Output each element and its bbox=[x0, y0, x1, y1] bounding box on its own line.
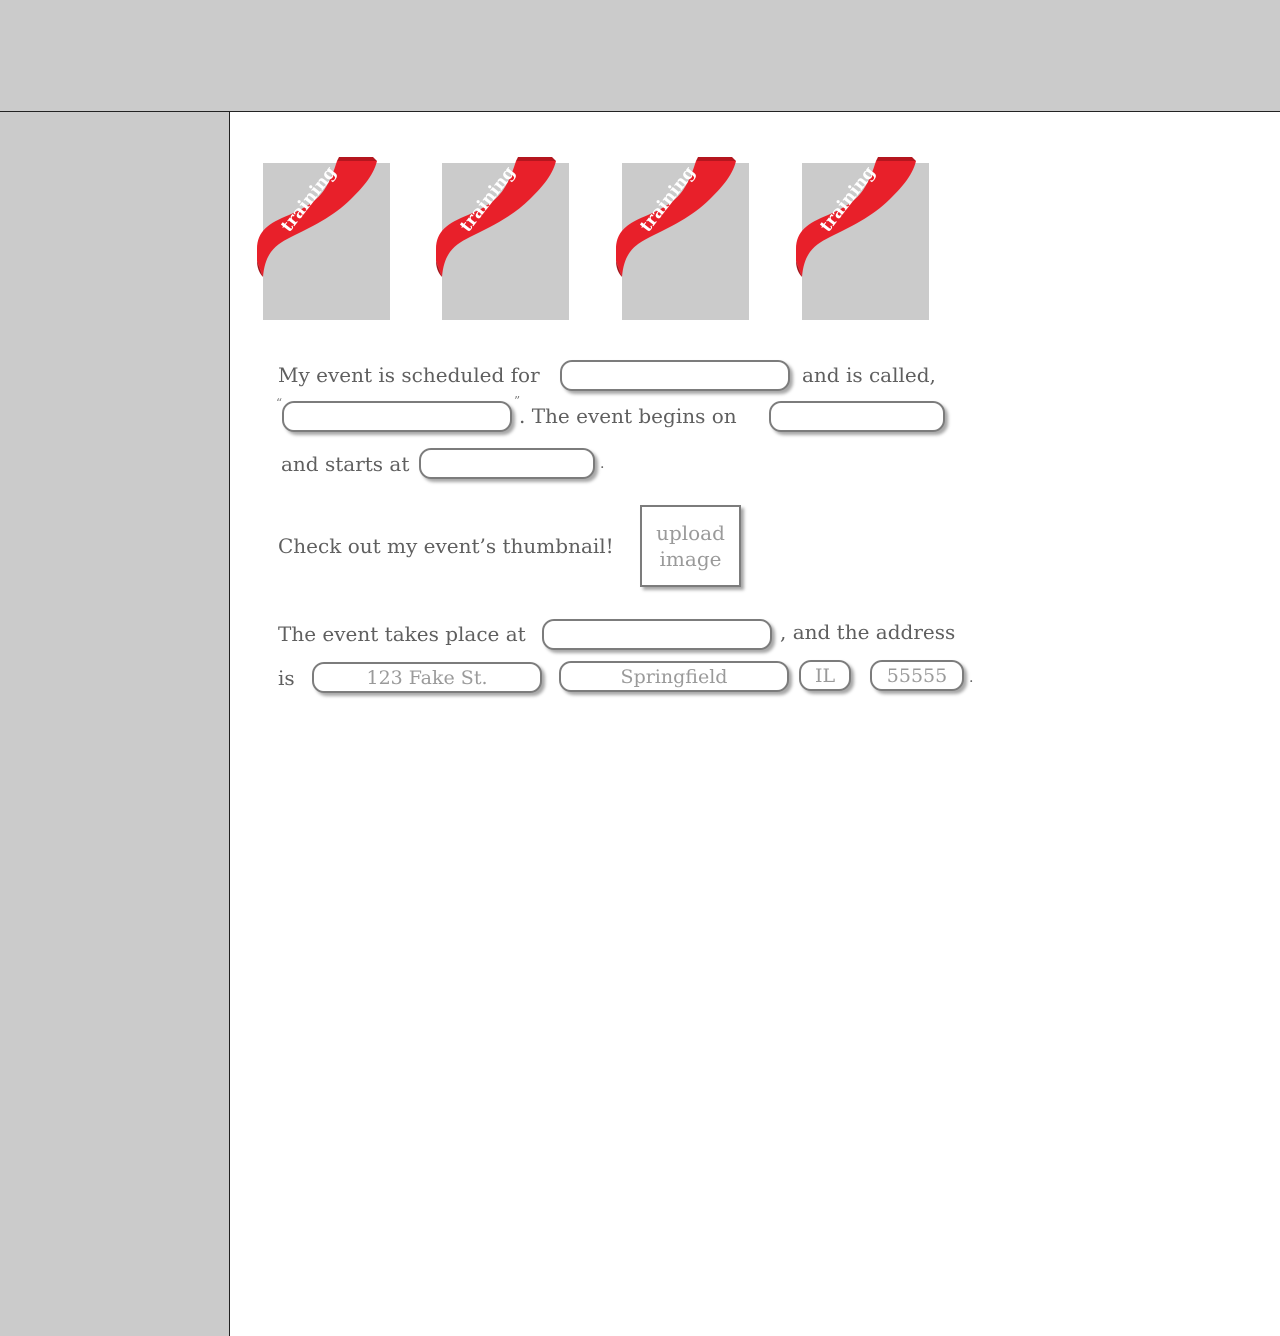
scheduled-for-label: My event is scheduled for bbox=[278, 363, 540, 387]
training-ribbon-icon: training bbox=[257, 157, 377, 277]
begins-on-label: . The event begins on bbox=[519, 404, 737, 428]
schedule-date-input[interactable] bbox=[560, 360, 790, 391]
start-time-input[interactable] bbox=[419, 448, 595, 479]
address-label: , and the address bbox=[780, 620, 956, 644]
city-input[interactable] bbox=[559, 661, 789, 692]
street-input[interactable] bbox=[312, 662, 542, 693]
starts-at-label: and starts at bbox=[281, 452, 410, 476]
header-bar bbox=[0, 0, 1280, 112]
period: . bbox=[969, 670, 974, 686]
address-is-label: is bbox=[278, 666, 295, 690]
training-ribbon-icon: training bbox=[436, 157, 556, 277]
event-card[interactable]: training bbox=[436, 157, 569, 320]
upload-image-button[interactable]: upload image bbox=[640, 505, 741, 587]
thumbnail-label: Check out my event’s thumbnail! bbox=[278, 534, 614, 558]
training-ribbon-icon: training bbox=[616, 157, 736, 277]
upload-label-line1: upload bbox=[656, 521, 725, 545]
event-card[interactable]: training bbox=[796, 157, 929, 320]
zip-input[interactable] bbox=[870, 660, 964, 691]
training-ribbon-icon: training bbox=[796, 157, 916, 277]
upload-label-line2: image bbox=[659, 547, 722, 571]
period: . bbox=[600, 456, 605, 472]
takes-place-label: The event takes place at bbox=[278, 622, 526, 646]
sidebar bbox=[0, 112, 230, 1336]
called-label: and is called, bbox=[802, 363, 936, 387]
event-card[interactable]: training bbox=[257, 157, 390, 320]
main-content: training training training training My e… bbox=[231, 112, 1280, 1336]
event-card[interactable]: training bbox=[616, 157, 749, 320]
event-name-input[interactable] bbox=[282, 401, 512, 432]
venue-input[interactable] bbox=[542, 619, 772, 650]
state-input[interactable] bbox=[799, 660, 851, 691]
begin-date-input[interactable] bbox=[769, 401, 945, 432]
open-quote: “ bbox=[276, 396, 283, 410]
